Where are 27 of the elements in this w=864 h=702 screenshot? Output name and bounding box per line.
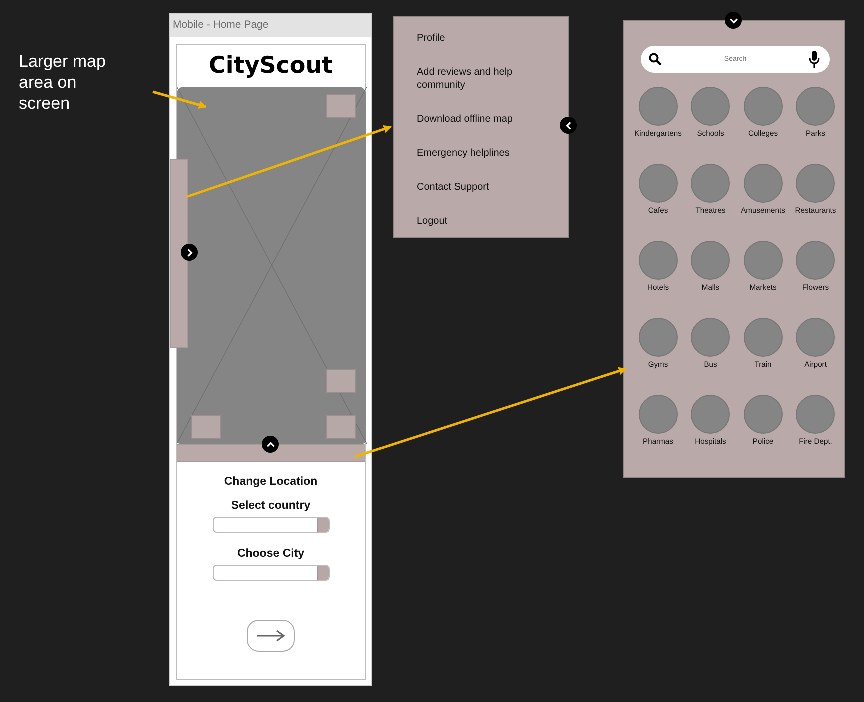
field-label: Choose City (237, 548, 305, 560)
annotation-text: Larger map area on screen (19, 51, 107, 114)
search-icon (649, 53, 662, 66)
chevron-right-icon (184, 248, 194, 258)
app-title: CityScout (208, 53, 334, 79)
side-drawer-tab[interactable] (170, 159, 188, 348)
section-heading: Change Location (224, 476, 318, 488)
dropdown-field[interactable] (212, 565, 330, 581)
collapse-button[interactable] (725, 12, 742, 29)
menu-item[interactable]: Download offline map (417, 113, 535, 126)
microphone-icon (809, 51, 820, 68)
menu-item[interactable]: Add reviews and help community (417, 66, 535, 92)
menu-item[interactable]: Logout (417, 215, 535, 228)
chevron-down-icon (728, 16, 738, 26)
arrow-right-icon (256, 630, 286, 642)
menu-item[interactable]: Contact Support (417, 181, 535, 194)
menu-item[interactable]: Profile (417, 32, 535, 45)
field-label: Select country (231, 500, 311, 512)
next-button[interactable] (247, 620, 295, 652)
menu-item[interactable]: Emergency helplines (417, 147, 535, 160)
dropdown-field[interactable] (212, 517, 330, 533)
pointer-arrow (152, 90, 207, 109)
chevron-up-icon (266, 440, 276, 450)
bottom-drawer-bar[interactable] (177, 444, 365, 462)
chevron-left-icon (564, 120, 574, 130)
window-title: Mobile - Home Page (170, 14, 371, 37)
collapse-button[interactable] (560, 117, 577, 134)
